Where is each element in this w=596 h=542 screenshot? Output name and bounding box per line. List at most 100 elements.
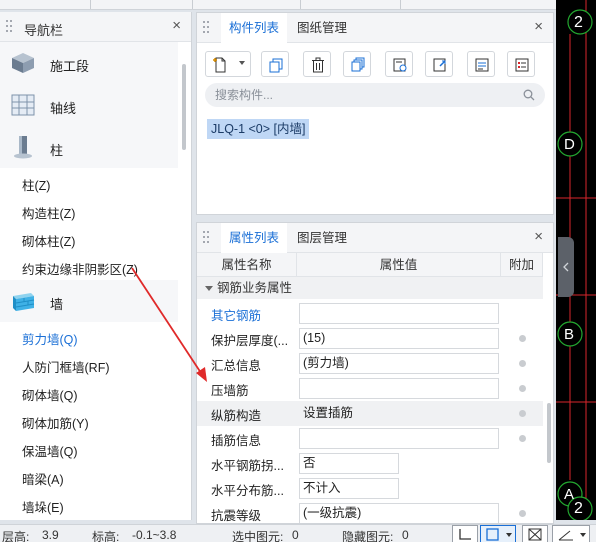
chevron-down-icon[interactable] [239,61,245,65]
close-icon[interactable]: × [534,229,543,245]
nav-item-hidden-beam[interactable]: 暗梁(A) [22,469,64,488]
delete-button[interactable] [303,51,331,77]
drag-handle-icon[interactable] [6,20,12,34]
nav-scrollbar[interactable] [182,64,186,150]
filter-button[interactable] [507,51,535,77]
elevation-value: -0.1~3.8 [132,528,177,542]
chevron-down-icon[interactable] [580,533,586,537]
column-icon [10,134,36,160]
drag-handle-icon[interactable] [203,231,209,245]
nav-item-wall-pier[interactable]: 墙垛(E) [22,497,64,516]
property-value-field[interactable]: 否 [299,453,399,474]
close-icon[interactable]: × [534,19,543,35]
import-button[interactable] [425,51,453,77]
delete-icon [312,57,324,73]
hidden-elements-label: 隐藏图元: [342,530,394,542]
hidden-elements-value: 0 [402,528,409,542]
axis-label: 2 [574,14,583,31]
close-icon[interactable]: × [172,18,181,34]
corner-snap-icon [459,529,471,540]
nav-header: 导航栏 × [0,12,191,42]
property-row-dowel-info: 插筋信息 [197,426,543,451]
angle-snap-button[interactable] [552,525,590,542]
angle-icon [558,530,573,541]
component-tabbar: 构件列表 图纸管理 × [197,13,553,44]
property-value-field[interactable] [299,378,499,399]
nav-category-wall[interactable]: 墙 [0,280,178,322]
chevron-left-icon [563,262,569,272]
property-group-label: 钢筋业务属性 [217,281,293,295]
property-scrollbar[interactable] [547,403,551,463]
nav-category-column[interactable]: 柱 [0,126,178,168]
property-name: 汇总信息 [211,359,262,373]
cross-select-button[interactable] [522,525,548,542]
snap-endpoint-button[interactable] [452,525,478,542]
component-list-item[interactable]: JLQ-1 <0> [内墙] [207,119,310,139]
component-list-panel: 构件列表 图纸管理 × JLQ-1 <0> [内墙] [196,12,554,215]
additional-checkbox[interactable] [519,510,526,517]
tab-drawing-management[interactable]: 图纸管理 [289,13,355,43]
new-component-icon [213,57,226,73]
property-tabbar: 属性列表 图层管理 × [197,223,553,254]
property-name: 抗震等级 [211,509,262,523]
additional-checkbox[interactable] [519,360,526,367]
nav-title: 导航栏 [24,23,64,38]
select-mode-button[interactable] [480,525,516,542]
view-icon [475,58,489,72]
property-value-field[interactable]: (一级抗震) [299,503,499,523]
property-name: 插筋信息 [211,434,262,448]
property-value-field[interactable] [299,303,499,324]
property-value-field[interactable]: (剪力墙) [299,353,499,374]
nav-category-construction-section[interactable]: 施工段 [0,42,178,84]
nav-category-label: 墙 [50,297,64,312]
property-value-field[interactable]: (15) [299,328,499,349]
property-value-field[interactable] [299,428,499,449]
property-name: 水平钢筋拐... [211,459,284,473]
layer-copy-icon [351,57,365,72]
property-row-other-rebar: 其它钢筋 [197,301,543,326]
axis-label: B [564,326,575,343]
top-toolbar-strip [0,0,596,10]
nav-category-axis[interactable]: 轴线 [0,84,178,126]
nav-item-boundary-non-shadow[interactable]: 约束边缘非阴影区(Z) [22,259,138,278]
floor-height-value: 3.9 [42,528,59,542]
nav-item-shear-wall[interactable]: 剪力墙(Q) [22,329,78,348]
nav-item-masonry-reinforcement[interactable]: 砌体加筋(Y) [22,413,89,432]
tab-component-list[interactable]: 构件列表 [221,13,288,44]
collapse-side-button[interactable] [558,237,574,297]
select-box-icon [486,528,499,541]
nav-category-label: 施工段 [50,59,90,74]
drag-handle-icon[interactable] [203,21,209,35]
chevron-down-icon[interactable] [506,533,512,537]
copy-button[interactable] [261,51,289,77]
nav-item-masonry-column[interactable]: 砌体柱(Z) [22,231,75,250]
chevron-down-icon[interactable] [205,286,213,291]
layer-copy-button[interactable] [343,51,371,77]
nav-category-label: 轴线 [50,101,77,116]
nav-item-insulation-wall[interactable]: 保温墙(Q) [22,441,78,460]
search-input[interactable] [205,83,545,107]
nav-item-masonry-wall[interactable]: 砌体墙(Q) [22,385,78,404]
property-name: 保护层厚度(... [211,334,289,348]
new-component-button[interactable] [205,51,251,77]
export-button[interactable] [385,51,413,77]
property-value-field[interactable]: 不计入 [299,478,399,499]
axis-label: A [564,486,575,503]
column-header-name: 属性名称 [197,253,297,277]
cube-icon [10,50,36,76]
additional-checkbox[interactable] [519,385,526,392]
additional-checkbox[interactable] [519,410,526,417]
search-icon[interactable] [523,89,535,101]
tab-layer-management[interactable]: 图层管理 [289,223,355,253]
property-row-horizontal-distribution: 水平分布筋... 不计入 [197,476,543,501]
view-button[interactable] [467,51,495,77]
nav-item-constructional-column[interactable]: 构造柱(Z) [22,203,75,222]
additional-checkbox[interactable] [519,335,526,342]
additional-checkbox[interactable] [519,435,526,442]
nav-item-column[interactable]: 柱(Z) [22,175,50,194]
property-value-field[interactable]: 设置插筋 [299,403,499,424]
nav-item-civil-defense-wall[interactable]: 人防门框墙(RF) [22,357,110,376]
property-name[interactable]: 其它钢筋 [211,305,261,324]
tab-property-list[interactable]: 属性列表 [221,223,288,254]
property-group-rebar[interactable]: 钢筋业务属性 [197,277,543,299]
